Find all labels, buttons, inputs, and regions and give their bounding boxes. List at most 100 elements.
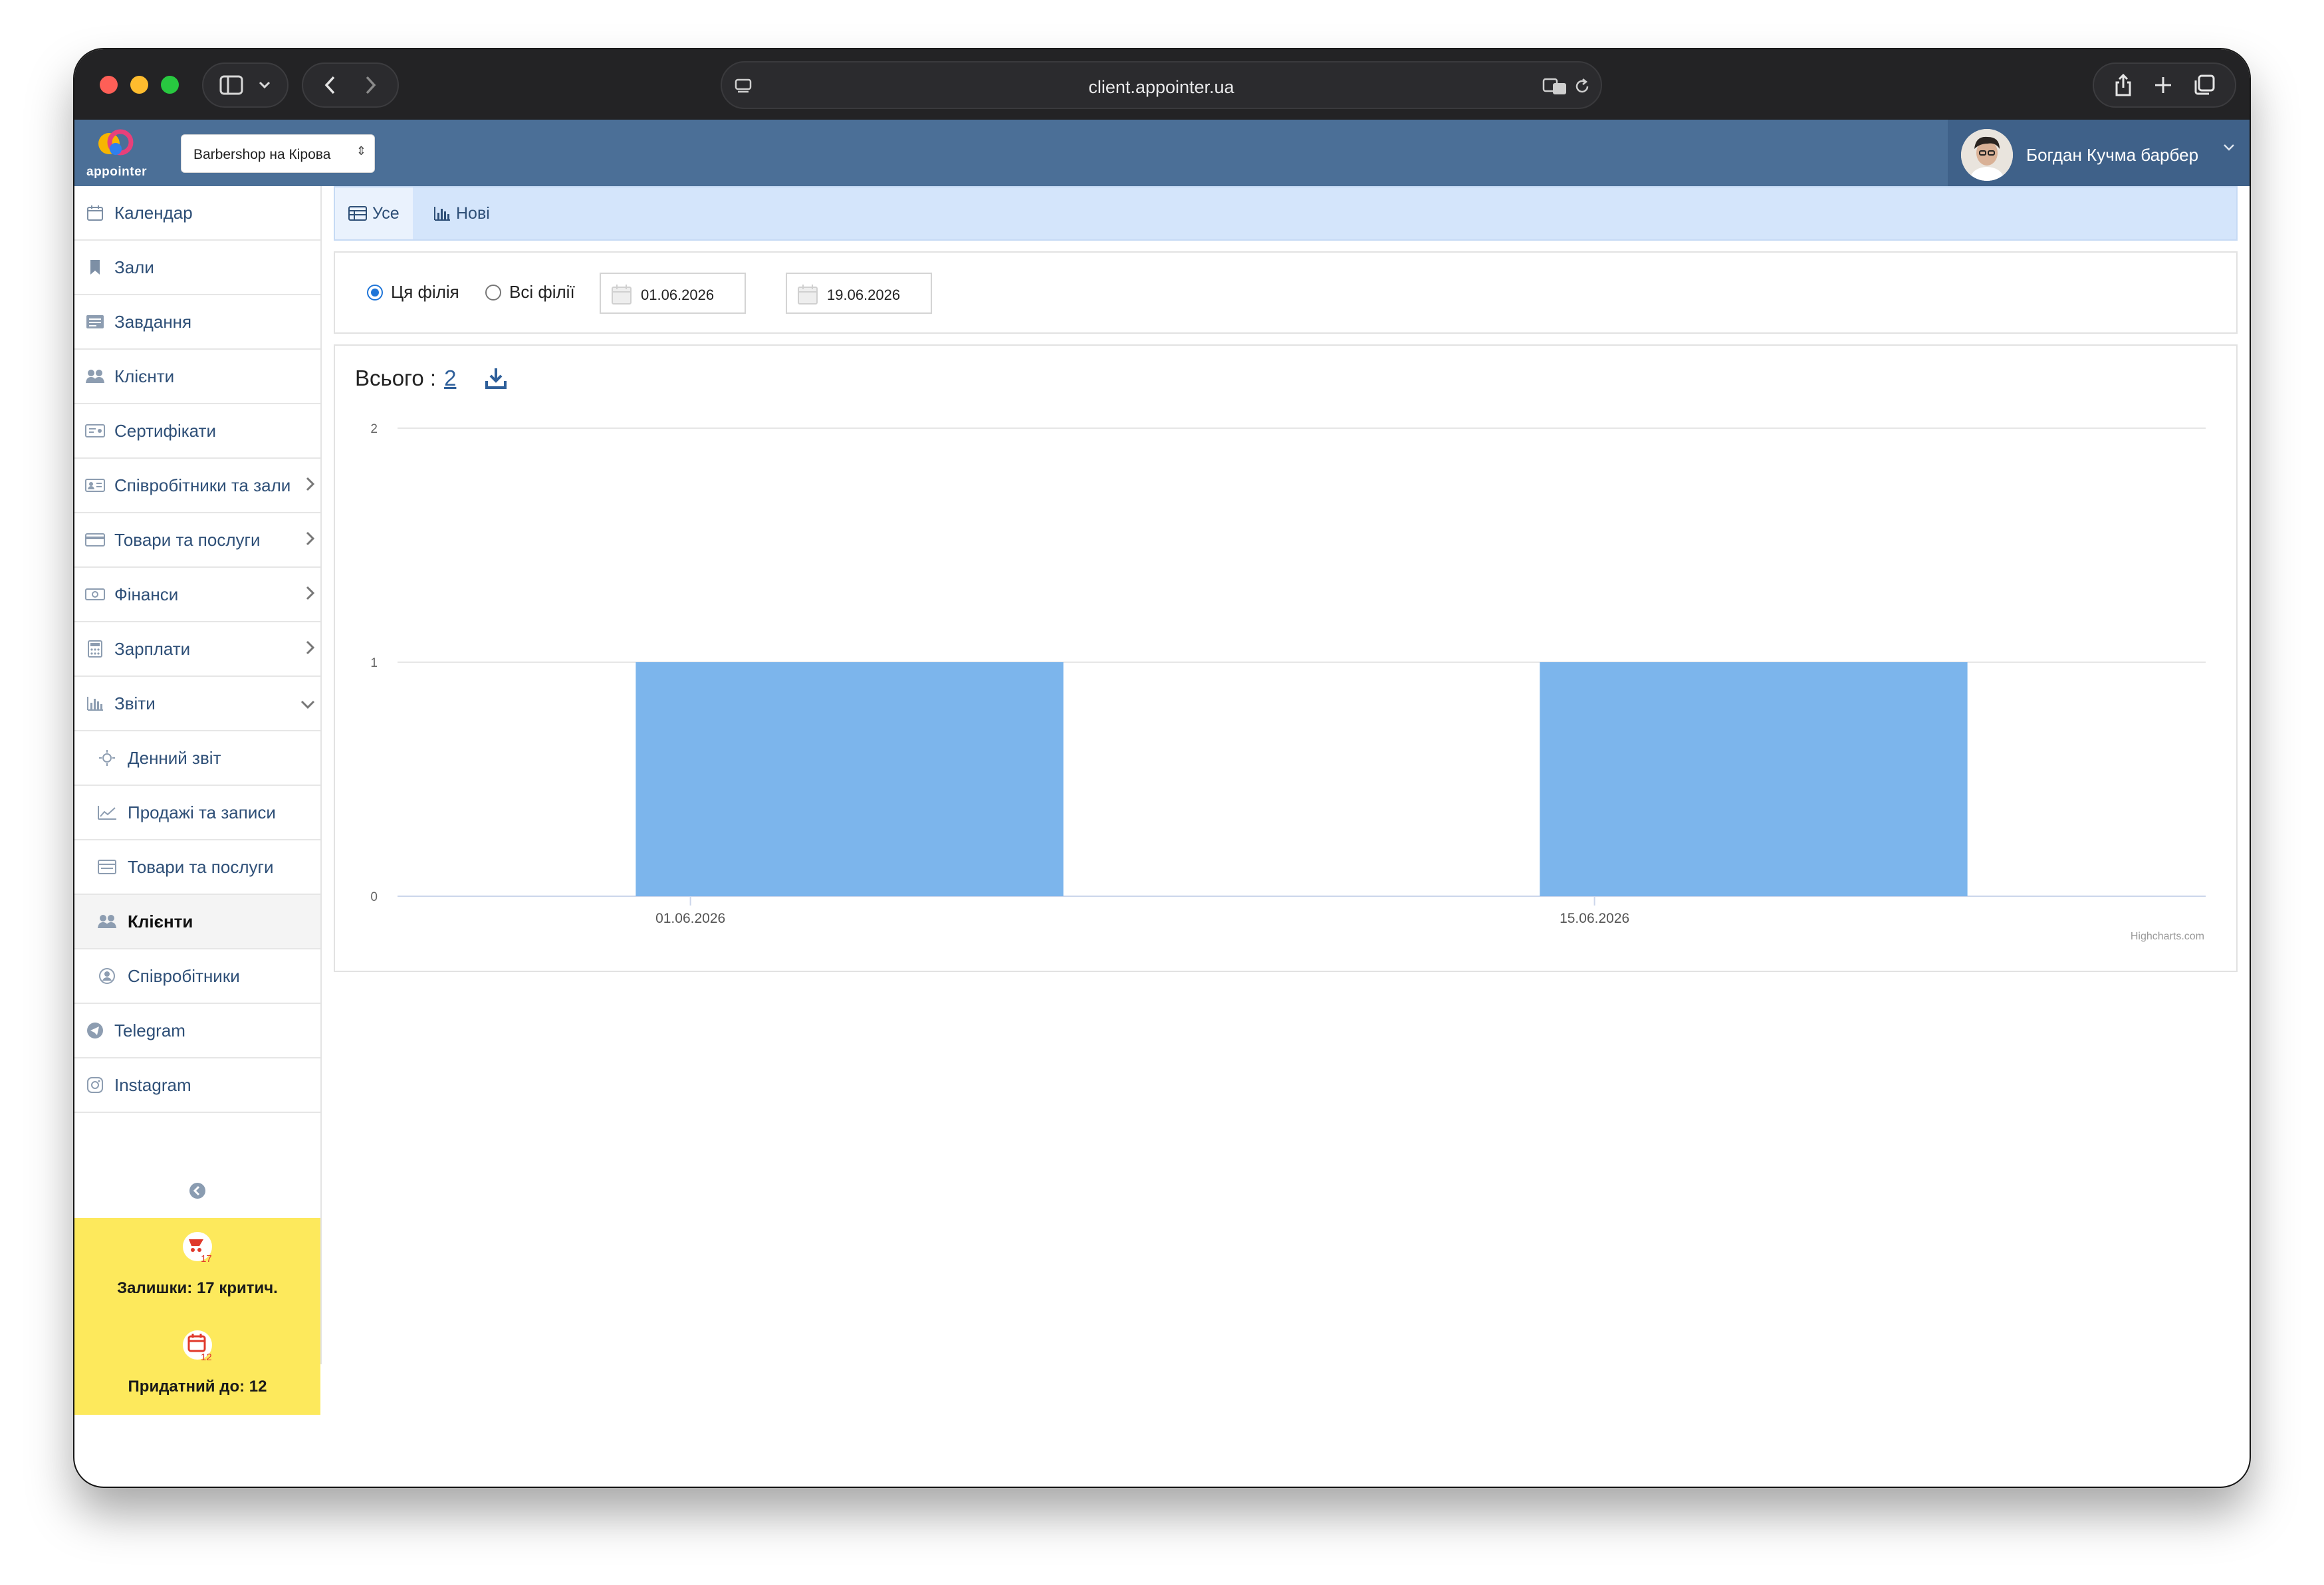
tab-all[interactable]: Усе <box>335 187 413 239</box>
sidebar-item-label: Звіти <box>114 693 156 713</box>
sidebar-item-certificates[interactable]: Сертифікати <box>74 404 320 459</box>
history-nav <box>302 62 399 108</box>
sidebar-subitem-clients[interactable]: Клієнти <box>74 895 320 949</box>
user-name: Богдан Кучма барбер <box>2026 145 2199 165</box>
sidebar-item-products-services[interactable]: Товари та послуги <box>74 513 320 568</box>
browser-actions <box>2093 62 2236 108</box>
line-chart-icon <box>97 802 117 822</box>
sidebar-item-label: Співробітники <box>128 965 240 986</box>
svg-text:17: 17 <box>201 1253 212 1265</box>
id-card-icon <box>85 475 105 495</box>
select-arrows-icon: ⇕ <box>356 144 366 158</box>
date-to-input[interactable]: 19.06.2026 <box>786 273 932 314</box>
browser-window: client.appointer.ua appointer Barbershop… <box>74 49 2250 1487</box>
reload-icon[interactable] <box>1573 77 1591 96</box>
calendar-icon <box>85 203 105 223</box>
chevron-right-icon <box>306 638 315 660</box>
date-from-input[interactable]: 01.06.2026 <box>600 273 746 314</box>
new-tab-icon[interactable] <box>2153 75 2173 95</box>
zoom-window-button[interactable] <box>161 76 179 94</box>
user-menu[interactable]: Богдан Кучма барбер <box>1948 120 2250 186</box>
share-icon[interactable] <box>2113 73 2133 97</box>
radio-checked-icon <box>367 284 383 301</box>
list-icon <box>97 857 117 877</box>
filters-panel: Ця філія Всі філії 01.06.2026 19.06.2026 <box>334 251 2238 334</box>
sidebar-subitem-products-services[interactable]: Товари та послуги <box>74 840 320 895</box>
sidebar-item-label: Сертифікати <box>114 420 216 441</box>
sidebar-item-finance[interactable]: Фінанси <box>74 568 320 622</box>
sidebar-item-tasks[interactable]: Завдання <box>74 295 320 350</box>
expiry-calendar-icon[interactable]: 12 <box>181 1328 214 1364</box>
chevron-down-icon <box>2224 144 2234 151</box>
calendar-icon <box>798 285 818 305</box>
sidebar-subitem-staff[interactable]: Співробітники <box>74 949 320 1004</box>
x-tick-label: 01.06.2026 <box>655 911 725 926</box>
bar-chart-icon <box>434 207 450 221</box>
sidebar-item-reports[interactable]: Звіти <box>74 677 320 731</box>
browser-toolbar: client.appointer.ua <box>74 49 2250 120</box>
collapse-sidebar-button[interactable] <box>74 1163 320 1218</box>
close-window-button[interactable] <box>100 76 118 94</box>
tasks-icon <box>85 312 105 332</box>
branch-select[interactable]: Barbershop на Кірова ⇕ <box>181 134 375 173</box>
sidebar-item-telegram[interactable]: Telegram <box>74 1004 320 1058</box>
radio-all-branches-label: Всі філії <box>509 282 575 302</box>
sidebar-item-label: Зарплати <box>114 638 191 659</box>
radio-this-branch[interactable]: Ця філія <box>367 282 459 303</box>
credit-card-icon <box>85 530 105 550</box>
address-bar[interactable]: client.appointer.ua <box>721 61 1602 109</box>
sidebar-item-salaries[interactable]: Зарплати <box>74 622 320 677</box>
bar-chart-icon <box>85 693 105 713</box>
svg-text:12: 12 <box>201 1352 212 1363</box>
chevron-right-icon <box>306 583 315 606</box>
sidebar-item-label: Клієнти <box>114 366 175 386</box>
appointer-logo[interactable]: appointer <box>84 126 154 181</box>
sidebar-item-staff-halls[interactable]: Співробітники та зали <box>74 459 320 513</box>
sidebar-item-label: Співробітники та зали <box>114 475 291 495</box>
y-tick-label: 1 <box>370 656 378 670</box>
date-to-value: 19.06.2026 <box>827 287 901 303</box>
sidebar-subitem-daily-report[interactable]: Денний звіт <box>74 731 320 786</box>
forward-icon[interactable] <box>365 75 377 95</box>
chevron-down-icon <box>259 81 271 89</box>
chevron-left-circle-icon <box>189 1183 205 1199</box>
url-text: client.appointer.ua <box>1088 77 1234 97</box>
money-icon <box>85 584 105 604</box>
sidebar-item-label: Telegram <box>114 1020 185 1040</box>
back-icon[interactable] <box>324 75 336 95</box>
date-from-value: 01.06.2026 <box>641 287 715 303</box>
stock-alert-icon[interactable]: 17 <box>181 1230 214 1266</box>
radio-this-branch-label: Ця філія <box>391 282 459 302</box>
branch-select-value: Barbershop на Кірова <box>193 147 331 162</box>
avatar <box>1961 129 2013 181</box>
translate-icon[interactable] <box>1542 77 1568 96</box>
sidebar-item-label: Денний звіт <box>128 747 221 768</box>
sidebar-item-instagram[interactable]: Instagram <box>74 1058 320 1113</box>
users-icon <box>97 912 117 931</box>
chevron-right-icon <box>306 474 315 497</box>
sidebar-item-halls[interactable]: Зали <box>74 241 320 295</box>
highcharts-credit[interactable]: Highcharts.com <box>2131 931 2204 943</box>
y-tick-label: 0 <box>370 890 378 904</box>
radio-all-branches[interactable]: Всі філії <box>485 282 575 303</box>
sidebar: Календар Зали Завдання Клієнти Сертифікати Сп… <box>74 186 322 1415</box>
report-tabs: Усе Нові <box>334 186 2238 241</box>
sidebar-toggle-button[interactable] <box>202 62 289 108</box>
x-tick-label: 15.06.2026 <box>1560 911 1629 926</box>
sidebar-subitem-sales-bookings[interactable]: Продажі та записи <box>74 786 320 840</box>
minimize-window-button[interactable] <box>130 76 148 94</box>
user-circle-icon <box>97 966 117 986</box>
tab-new[interactable]: Нові <box>420 187 503 239</box>
sidebar-item-clients[interactable]: Клієнти <box>74 350 320 404</box>
tab-all-label: Усе <box>372 203 400 223</box>
calendar-icon <box>612 285 632 305</box>
certificate-icon <box>85 421 105 441</box>
telegram-icon <box>85 1021 105 1040</box>
instagram-icon <box>85 1075 105 1095</box>
app-header: appointer Barbershop на Кірова ⇕ Богдан … <box>74 120 2250 186</box>
tab-overview-icon[interactable] <box>2193 74 2216 96</box>
users-icon <box>85 366 105 386</box>
sidebar-item-calendar[interactable]: Календар <box>74 186 320 241</box>
expiry-alert-text[interactable]: Придатний до: 12 <box>74 1378 320 1396</box>
stock-alert-text[interactable]: Залишки: 17 критич. <box>74 1279 320 1298</box>
